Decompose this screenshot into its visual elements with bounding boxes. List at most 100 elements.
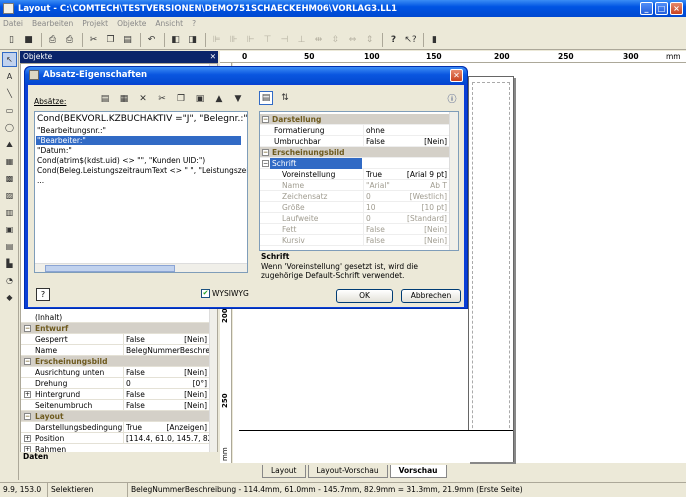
menu-bearbeiten[interactable]: Bearbeiten: [32, 19, 73, 28]
ok-button[interactable]: OK: [336, 289, 393, 303]
menu-datei[interactable]: Datei: [3, 19, 23, 28]
info-icon[interactable]: ⓘ: [445, 91, 459, 105]
align-center-icon[interactable]: ⊪: [226, 32, 241, 47]
property-row[interactable]: Ausrichtung unten False [Nein]: [21, 367, 211, 378]
dialog-close-button[interactable]: ✕: [450, 69, 463, 82]
sort-alpha-icon[interactable]: ⇅: [278, 91, 292, 105]
move-down-icon[interactable]: ▼: [231, 92, 245, 106]
same-width-icon[interactable]: ⇔: [345, 32, 360, 47]
collapse-icon[interactable]: −: [24, 413, 31, 420]
paragraph-line-selected[interactable]: "Bearbeiter:": [36, 136, 241, 145]
property-row[interactable]: Formatierung ohne: [260, 125, 450, 136]
menu-objekte[interactable]: Objekte: [117, 19, 146, 28]
collapse-icon[interactable]: −: [262, 160, 269, 167]
align-right-icon[interactable]: ⊩: [243, 32, 258, 47]
context-help-icon[interactable]: ↖?: [403, 32, 418, 47]
menu-ansicht[interactable]: Ansicht: [155, 19, 183, 28]
paragraph-line[interactable]: "Datum:": [37, 146, 72, 155]
copy-icon[interactable]: ❐: [103, 32, 118, 47]
property-row[interactable]: Name "Arial" Ab T: [260, 180, 450, 191]
cut-paragraph-icon[interactable]: ✂: [155, 92, 169, 106]
print-icon[interactable]: ⎙: [45, 32, 60, 47]
wysiwyg-checkbox[interactable]: ✔ WYSIWYG: [201, 289, 249, 298]
property-row[interactable]: Name BelegNummerBeschreib...: [21, 345, 211, 356]
paragraph-line[interactable]: ...: [37, 176, 44, 185]
paragraph-line[interactable]: Cond(Beleg.LeistungszeitraumText <> " ",…: [37, 166, 247, 175]
barcode-tool-icon[interactable]: ▥: [2, 205, 17, 220]
category-row[interactable]: − Darstellung: [260, 114, 450, 125]
to-front-icon[interactable]: ◧: [168, 32, 183, 47]
property-row[interactable]: + Position [114.4, 61.0, 145.7, 82....: [21, 433, 211, 444]
property-value[interactable]: BelegNummerBeschreib...: [123, 345, 209, 356]
cut-icon[interactable]: ✂: [86, 32, 101, 47]
table-tool-icon[interactable]: ▦: [2, 154, 17, 169]
cancel-button[interactable]: Abbrechen: [401, 289, 461, 303]
print-preview-icon[interactable]: ⎙: [62, 32, 77, 47]
dialog-help-button[interactable]: ?: [36, 288, 50, 301]
same-height-icon[interactable]: ⇕: [362, 32, 377, 47]
expand-icon[interactable]: +: [24, 391, 31, 398]
menu-help[interactable]: ?: [192, 19, 196, 28]
move-up-icon[interactable]: ▲: [212, 92, 226, 106]
paste-paragraph-icon[interactable]: ▣: [193, 92, 207, 106]
collapse-icon[interactable]: −: [262, 149, 269, 156]
property-value[interactable]: True [Arial 9 pt]: [363, 169, 449, 180]
bar-chart-tool-icon[interactable]: ▙: [2, 256, 17, 271]
close-button[interactable]: ×: [670, 2, 683, 15]
collapse-icon[interactable]: −: [24, 358, 31, 365]
align-bottom-icon[interactable]: ⊥: [294, 32, 309, 47]
property-row[interactable]: (Inhalt): [21, 312, 211, 323]
category-row[interactable]: − Erscheinungsbild: [260, 147, 450, 158]
help-icon[interactable]: ?: [386, 32, 401, 47]
tab-layout-vorschau[interactable]: Layout-Vorschau: [307, 465, 388, 478]
property-value[interactable]: False [Nein]: [363, 235, 449, 246]
distribute-h-icon[interactable]: ⇹: [311, 32, 326, 47]
append-paragraph-icon[interactable]: ▦: [117, 92, 131, 106]
property-row[interactable]: Umbruchbar False [Nein]: [260, 136, 450, 147]
property-value[interactable]: ohne: [363, 125, 449, 136]
property-row[interactable]: Kursiv False [Nein]: [260, 235, 450, 246]
property-value[interactable]: 0 [Standard]: [363, 213, 449, 224]
property-value[interactable]: [114.4, 61.0, 145.7, 82....: [123, 433, 209, 444]
copy-paragraph-icon[interactable]: ❐: [174, 92, 188, 106]
property-row[interactable]: Laufweite 0 [Standard]: [260, 213, 450, 224]
property-value[interactable]: 0 [Westlich]: [363, 191, 449, 202]
save-icon[interactable]: ■: [21, 32, 36, 47]
image-tool-icon[interactable]: ▨: [2, 188, 17, 203]
rectangle-tool-icon[interactable]: ▭: [2, 103, 17, 118]
gauge-tool-icon[interactable]: ◔: [2, 273, 17, 288]
property-value[interactable]: 0 [0°]: [123, 378, 209, 389]
property-row[interactable]: Gesperrt False [Nein]: [21, 334, 211, 345]
property-value[interactable]: "Arial" Ab T: [363, 180, 449, 191]
form-control-icon[interactable]: ▤: [2, 239, 17, 254]
checkbox-check-icon[interactable]: ✔: [201, 289, 210, 298]
text-tool-icon[interactable]: A: [2, 69, 17, 84]
property-grid-scrollbar[interactable]: [449, 112, 458, 250]
editor-hscrollbar[interactable]: [35, 263, 247, 272]
report-container-icon[interactable]: ▣: [2, 222, 17, 237]
paragraph-line[interactable]: Cond(atrim$(kdst.uid) <> "", "Kunden UID…: [37, 156, 205, 165]
collapse-icon[interactable]: −: [24, 325, 31, 332]
paragraph-line[interactable]: Cond(BEKVORL.KZBUCHAKTIV ="J", "Belegnr.…: [37, 114, 247, 124]
select-tool-icon[interactable]: ↖: [2, 52, 17, 67]
property-value[interactable]: False [Nein]: [123, 389, 209, 400]
paragraph-list[interactable]: Cond(BEKVORL.KZBUCHAKTIV ="J", "Belegnr.…: [34, 111, 248, 273]
property-value[interactable]: False [Nein]: [123, 367, 209, 378]
undo-icon[interactable]: ↶: [144, 32, 159, 47]
align-top-icon[interactable]: ⊤: [260, 32, 275, 47]
property-value[interactable]: False [Nein]: [363, 136, 449, 147]
category-row[interactable]: − Entwurf: [21, 323, 211, 334]
crosstab-tool-icon[interactable]: ▩: [2, 171, 17, 186]
property-value[interactable]: False [Nein]: [363, 224, 449, 235]
property-row[interactable]: Darstellungsbedingung True [Anzeigen]: [21, 422, 211, 433]
categorized-view-icon[interactable]: ▤: [259, 91, 273, 105]
property-row[interactable]: + Hintergrund False [Nein]: [21, 389, 211, 400]
property-row[interactable]: Größe 10 [10 pt]: [260, 202, 450, 213]
property-value[interactable]: True [Anzeigen]: [123, 422, 209, 433]
shapes-tool-icon[interactable]: ◆: [2, 290, 17, 305]
chart-tool-icon[interactable]: ⛰: [2, 137, 17, 152]
tab-vorschau[interactable]: Vorschau: [389, 465, 447, 478]
new-file-icon[interactable]: ▯: [4, 32, 19, 47]
property-value[interactable]: False [Nein]: [123, 334, 209, 345]
maximize-button[interactable]: □: [655, 2, 668, 15]
